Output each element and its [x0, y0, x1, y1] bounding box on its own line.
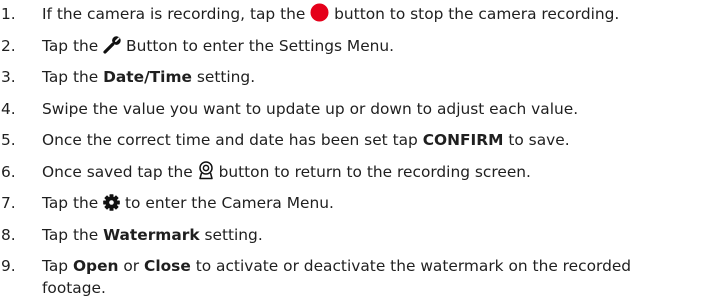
step-text-pre: Tap the	[42, 68, 99, 86]
step-2: 2. Tap the Button to enter the Settings …	[0, 35, 718, 57]
step-number: 9.	[1, 257, 16, 275]
step-text-mid: or	[123, 257, 140, 275]
step-text-post: to enter the Camera Menu.	[125, 194, 334, 212]
step-text-pre: Tap	[42, 257, 69, 275]
step-bold-term: Date/Time	[103, 68, 192, 86]
step-4: 4. Swipe the value you want to update up…	[0, 98, 718, 120]
step-7: 7. Tap the to enter the Camera Menu.	[0, 192, 718, 214]
step-number: 3.	[1, 68, 16, 86]
step-number: 5.	[1, 131, 16, 149]
step-text-post: to save.	[508, 131, 570, 149]
step-text-post: setting.	[196, 68, 256, 86]
step-bold-term: CONFIRM	[422, 131, 504, 149]
step-bold-term-open: Open	[72, 257, 119, 275]
step-text-pre: Tap the	[42, 36, 99, 55]
step-bold-term: Watermark	[103, 225, 200, 244]
step-text-post: setting.	[204, 225, 263, 244]
step-bold-term-close: Close	[144, 257, 191, 275]
wrench-icon	[103, 35, 121, 54]
step-text-pre: Tap the	[42, 194, 99, 212]
record-icon	[310, 3, 329, 22]
gear-icon	[103, 194, 120, 211]
step-3: 3. Tap the Date/Time setting.	[0, 66, 718, 88]
step-number: 1.	[1, 5, 16, 23]
step-number: 6.	[1, 162, 16, 181]
step-number: 4.	[1, 99, 16, 118]
step-6: 6. Once saved tap the button to return t…	[0, 160, 718, 183]
step-text-pre: Once the correct time and date has been …	[42, 131, 418, 149]
step-text-pre: Tap the	[42, 225, 99, 244]
step-text-post: button to stop the camera recording.	[334, 5, 620, 23]
step-number: 2.	[1, 36, 16, 55]
step-5: 5. Once the correct time and date has be…	[0, 129, 718, 151]
step-text-pre: If the camera is recording, tap the	[42, 5, 306, 23]
webcam-icon	[198, 160, 214, 180]
step-9: 9. Tap Open or Close to activate or deac…	[0, 255, 692, 299]
step-8: 8. Tap the Watermark setting.	[0, 224, 718, 246]
step-number: 7.	[1, 194, 16, 212]
step-1: 1. If the camera is recording, tap the b…	[0, 3, 718, 25]
step-text-pre: Once saved tap the	[42, 162, 193, 181]
step-text-post: Button to enter the Settings Menu.	[126, 36, 395, 55]
step-number: 8.	[1, 225, 16, 244]
instruction-list: 1. If the camera is recording, tap the b…	[0, 0, 718, 299]
step-text: Swipe the value you want to update up or…	[42, 99, 579, 118]
step-text-post: button to return to the recording screen…	[218, 162, 531, 181]
